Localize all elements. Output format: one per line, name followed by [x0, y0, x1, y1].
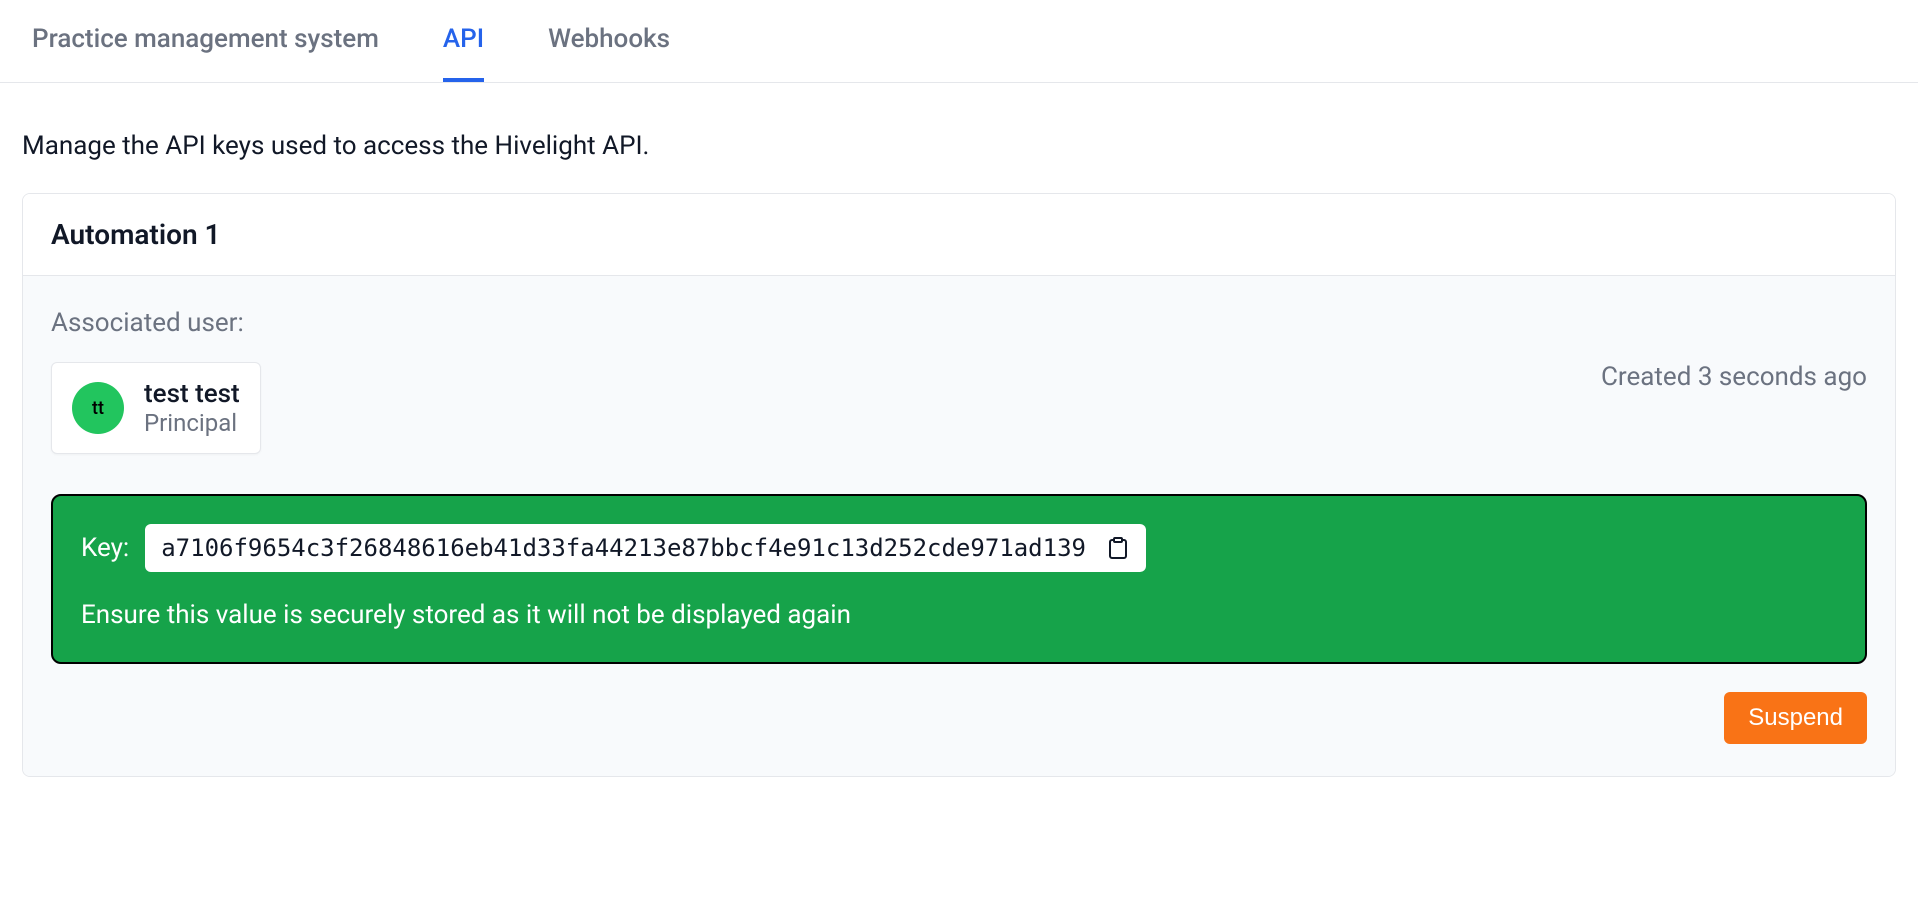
api-key-card: Automation 1 Associated user: tt test te… — [22, 193, 1896, 777]
card-header: Automation 1 — [23, 194, 1895, 275]
avatar: tt — [72, 382, 124, 434]
key-warning: Ensure this value is securely stored as … — [81, 600, 1837, 630]
key-value[interactable]: a7106f9654c3f26848616eb41d33fa44213e87bb… — [161, 534, 1086, 562]
key-box: Key: a7106f9654c3f26848616eb41d33fa44213… — [51, 494, 1867, 664]
created-timestamp: Created 3 seconds ago — [1601, 362, 1867, 392]
tab-webhooks[interactable]: Webhooks — [548, 0, 670, 82]
tabs-bar: Practice management system API Webhooks — [0, 0, 1918, 83]
suspend-button[interactable]: Suspend — [1724, 692, 1867, 744]
user-row: tt test test Principal Created 3 seconds… — [51, 362, 1867, 454]
card-footer: Suspend — [51, 664, 1867, 744]
associated-user-label: Associated user: — [51, 308, 1867, 338]
card-body: Associated user: tt test test Principal … — [23, 275, 1895, 776]
key-row: Key: a7106f9654c3f26848616eb41d33fa44213… — [81, 524, 1837, 572]
card-title: Automation 1 — [51, 218, 1867, 251]
user-card[interactable]: tt test test Principal — [51, 362, 261, 454]
tab-api[interactable]: API — [443, 0, 484, 82]
user-role: Principal — [144, 409, 240, 437]
user-info: test test Principal — [144, 379, 240, 437]
page-description: Manage the API keys used to access the H… — [0, 83, 1918, 193]
clipboard-icon[interactable] — [1106, 536, 1130, 560]
key-label: Key: — [81, 533, 129, 563]
user-name: test test — [144, 379, 240, 409]
key-field: a7106f9654c3f26848616eb41d33fa44213e87bb… — [145, 524, 1146, 572]
tab-practice-management[interactable]: Practice management system — [32, 0, 379, 82]
